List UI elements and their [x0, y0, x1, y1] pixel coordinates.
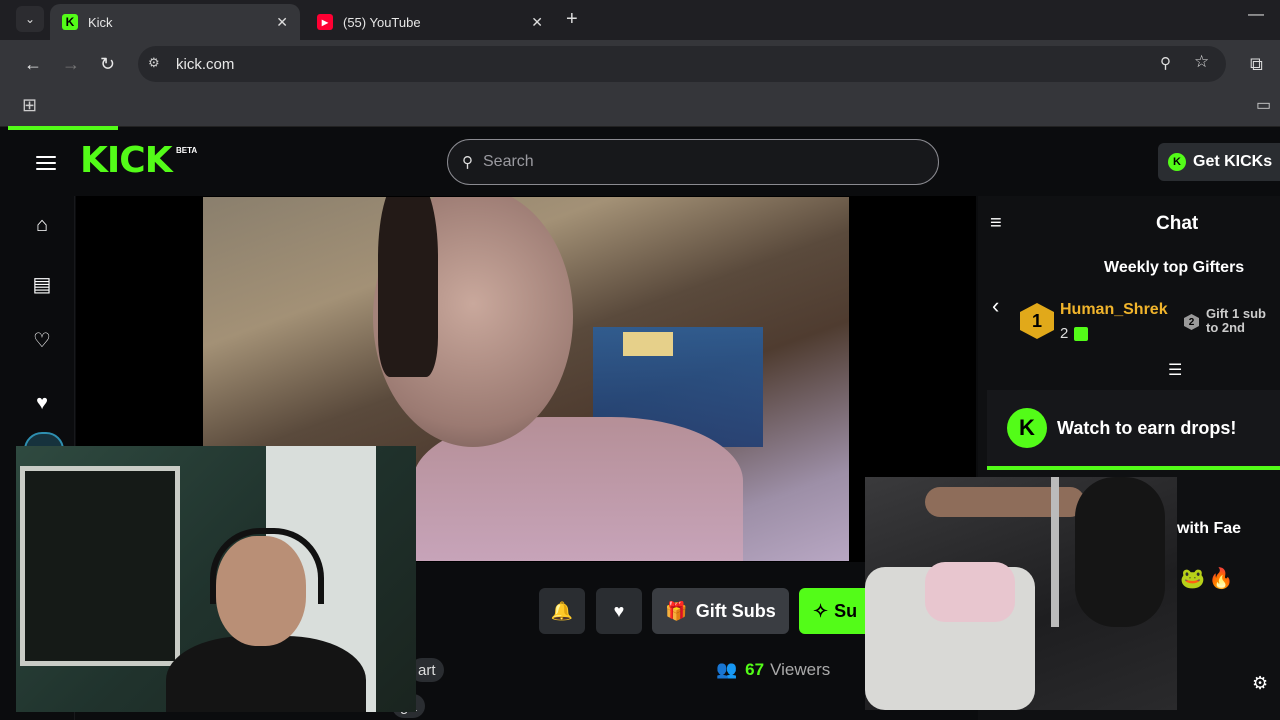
collapse-chat-icon[interactable]: ≡ — [990, 212, 1002, 235]
gift-icon — [1074, 327, 1088, 341]
bookmark-star-icon[interactable]: ☆ — [1194, 52, 1209, 72]
top-gifter-name[interactable]: Human_Shrek — [1060, 301, 1168, 319]
chevron-left-icon[interactable]: ‹ — [992, 293, 999, 319]
webcam-overlay-left — [16, 446, 416, 712]
webcam-mic-stand — [1051, 477, 1059, 627]
kicks-coin-icon: K — [1168, 153, 1186, 171]
reload-icon[interactable]: ↻ — [100, 54, 115, 75]
zoom-icon[interactable]: ⚲ — [1160, 54, 1171, 72]
tab-kick[interactable]: K Kick ✕ — [50, 4, 300, 40]
get-kicks-label: Get KICKs — [1193, 153, 1273, 170]
second-gifter-text: Gift 1 sub to 2nd — [1206, 307, 1266, 335]
frog-emote-icon[interactable]: 🐸 — [1180, 566, 1205, 591]
kick-favicon-icon: K — [62, 14, 78, 30]
browse-icon[interactable]: ▤ — [30, 272, 54, 297]
extensions-icon[interactable]: ⧉ — [1250, 54, 1263, 75]
bell-icon: 🔔 — [550, 600, 574, 621]
menu-icon[interactable] — [36, 152, 56, 174]
drops-banner[interactable]: K Watch to earn drops! — [987, 390, 1280, 470]
drops-banner-text: Watch to earn drops! — [1057, 417, 1237, 438]
heart-icon: ♥ — [613, 600, 625, 621]
tab-youtube[interactable]: ▶ (55) YouTube ✕ — [305, 4, 555, 40]
webcam-towel-pink — [925, 562, 1015, 622]
following-icon[interactable]: ♡ — [30, 328, 54, 353]
home-icon[interactable]: ⌂ — [30, 214, 54, 237]
apps-grid-icon[interactable]: ⊞ — [22, 95, 37, 116]
close-icon[interactable]: ✕ — [531, 14, 543, 31]
chevron-down-icon: ⌄ — [24, 12, 36, 26]
top-gifter-count: 2 — [1060, 325, 1069, 342]
viewer-number: 67 — [745, 660, 765, 679]
fire-emote-icon[interactable]: 🔥 — [1209, 566, 1234, 591]
headset-icon — [210, 528, 324, 604]
forward-arrow-icon[interactable]: → — [62, 54, 80, 75]
microphone-icon — [1075, 477, 1165, 627]
youtube-favicon-icon: ▶ — [317, 14, 333, 30]
tab-title: Kick — [88, 14, 113, 30]
kick-logo[interactable]: KICK — [80, 140, 173, 181]
new-tab-button[interactable]: + — [566, 8, 578, 31]
webcam-arm — [925, 487, 1085, 517]
folder-icon[interactable]: ▭ — [1256, 95, 1271, 115]
video-background-sign — [623, 332, 673, 356]
sparkle-icon: ✧ — [813, 600, 829, 621]
subscribe-button[interactable]: ✧ Su — [799, 588, 865, 634]
viewer-count: 👥 67 Viewers — [716, 660, 830, 680]
notification-bell-button[interactable]: 🔔 — [539, 588, 585, 634]
gift-subs-label: Gift Subs — [695, 600, 776, 621]
search-placeholder: Search — [483, 153, 534, 170]
viewers-icon: 👥 — [716, 660, 738, 679]
beta-badge: BETA — [176, 146, 198, 155]
back-arrow-icon[interactable]: ← — [24, 54, 42, 75]
tab-search-button[interactable]: ⌄ — [16, 6, 44, 32]
gift-subs-button[interactable]: 🎁 Gift Subs — [652, 588, 789, 634]
get-kicks-button[interactable]: K Get KICKs — [1158, 143, 1280, 181]
subscribe-label: Su — [834, 600, 858, 621]
follow-button[interactable]: ♥ — [596, 588, 642, 634]
favorites-icon[interactable]: ♥ — [30, 392, 54, 415]
emote-row: 🐸 🔥 — [1180, 566, 1234, 591]
webcam-streamer — [166, 528, 366, 712]
bookmarks-bar — [0, 88, 1280, 127]
address-bar[interactable]: ⚙ kick.com ⚲ ☆ — [138, 46, 1226, 82]
kick-drops-icon: K — [1007, 408, 1047, 448]
search-input[interactable]: ⚲ Search — [447, 139, 939, 185]
weekly-gifters-title: Weekly top Gifters — [1104, 259, 1245, 276]
settings-gear-icon[interactable]: ⚙ — [1252, 673, 1268, 694]
tab-title: (55) YouTube — [343, 14, 421, 30]
gift-icon: 🎁 — [665, 600, 688, 621]
minimize-button[interactable]: — — [1248, 6, 1264, 24]
video-subject-hair — [378, 197, 438, 377]
search-icon: ⚲ — [462, 154, 473, 171]
url-text: kick.com — [176, 55, 235, 73]
filter-icon[interactable]: ☰ — [1168, 360, 1182, 380]
chat-title: Chat — [1156, 213, 1199, 234]
chat-message: with Fae — [1177, 520, 1242, 537]
webcam-background-art — [20, 466, 180, 666]
webcam-overlay-right — [865, 477, 1177, 710]
close-icon[interactable]: ✕ — [276, 14, 288, 31]
viewers-label: Viewers — [770, 660, 831, 679]
site-info-icon[interactable]: ⚙ — [148, 55, 160, 71]
